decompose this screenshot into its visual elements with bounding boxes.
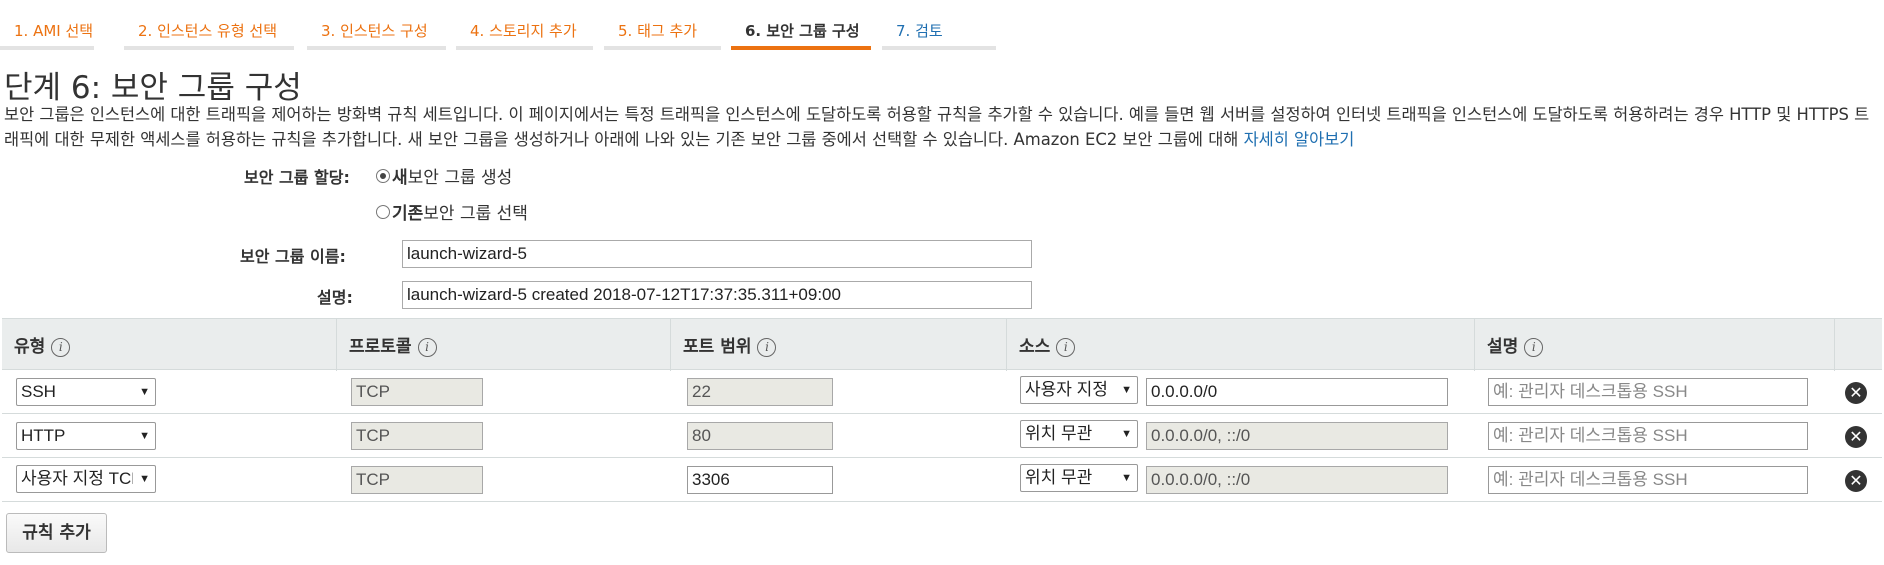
radio-existing-label: 보안 그룹 선택 (423, 204, 528, 224)
remove-rule-icon[interactable]: ✕ (1845, 382, 1867, 404)
header-protocol-label: 프로토콜 (349, 337, 412, 357)
type-select[interactable]: HTTP ▼ (16, 422, 156, 450)
dropdown-arrow-icon: ▼ (1121, 472, 1132, 484)
tab-review[interactable]: 7. 검토 (882, 0, 996, 50)
radio-new-bold: 새 (392, 168, 408, 188)
protocol-field: TCP (351, 466, 483, 494)
type-value: HTTP (21, 426, 66, 445)
source-type-select[interactable]: 위치 무관 ▼ (1020, 420, 1138, 448)
remove-rule-icon[interactable]: ✕ (1845, 470, 1867, 492)
tab-ami[interactable]: 1. AMI 선택 (0, 0, 94, 50)
type-value: SSH (21, 382, 56, 401)
tab-add-tags[interactable]: 5. 태그 추가 (604, 0, 721, 50)
type-value: 사용자 지정 TCP (21, 469, 133, 488)
tab-instance-type[interactable]: 2. 인스턴스 유형 선택 (124, 0, 294, 50)
info-icon[interactable]: i (757, 338, 777, 357)
assign-label: 보안 그룹 할당: (244, 168, 350, 187)
description-text: 보안 그룹은 인스턴스에 대한 트래픽을 제어하는 방화벽 규칙 세트입니다. … (4, 105, 1870, 149)
info-icon[interactable]: i (417, 338, 437, 357)
dropdown-arrow-icon: ▼ (139, 473, 150, 485)
radio-new-group[interactable]: 새 보안 그룹 생성 (376, 163, 512, 188)
tab-add-storage[interactable]: 4. 스토리지 추가 (456, 0, 593, 50)
table-row: SSH ▼ TCP 22 사용자 지정 ▼ 0.0.0.0/0 예: 관리자 데스크… (2, 370, 1882, 414)
header-protocol: 프로토콜 i (336, 319, 670, 371)
source-type-value: 위치 무관 (1025, 468, 1093, 487)
page-description: 보안 그룹은 인스턴스에 대한 트래픽을 제어하는 방화벽 규칙 세트입니다. … (4, 102, 1880, 152)
dropdown-arrow-icon: ▼ (139, 430, 150, 442)
rule-description-input[interactable]: 예: 관리자 데스크톱용 SSH (1488, 378, 1808, 406)
header-type: 유형 i (2, 319, 336, 371)
page-title: 단계 6: 보안 그룹 구성 (4, 70, 302, 106)
wizard-tabs: 1. AMI 선택 2. 인스턴스 유형 선택 3. 인스턴스 구성 4. 스토… (0, 0, 1884, 52)
radio-existing-bold: 기존 (392, 204, 424, 224)
add-rule-button[interactable]: 규칙 추가 (6, 513, 107, 553)
type-select[interactable]: 사용자 지정 TCP ▼ (16, 465, 156, 493)
tab-security-group[interactable]: 6. 보안 그룹 구성 (731, 0, 871, 50)
type-select[interactable]: SSH ▼ (16, 378, 156, 406)
header-port-label: 포트 범위 (683, 337, 752, 357)
header-source: 소스 i (1006, 319, 1474, 371)
port-range-field: 80 (687, 422, 833, 450)
header-type-label: 유형 (14, 337, 46, 357)
rule-description-input[interactable]: 예: 관리자 데스크톱용 SSH (1488, 466, 1808, 494)
dropdown-arrow-icon: ▼ (139, 386, 150, 398)
header-port-range: 포트 범위 i (670, 319, 1006, 371)
group-name-label: 보안 그룹 이름: (240, 247, 346, 266)
source-type-select[interactable]: 사용자 지정 ▼ (1020, 376, 1138, 404)
table-header: 유형 i 프로토콜 i 포트 범위 i 소스 i 설명 i (2, 318, 1882, 371)
header-actions (1834, 319, 1882, 371)
info-icon[interactable]: i (1056, 338, 1076, 357)
source-cidr-input[interactable]: 0.0.0.0/0 (1146, 378, 1448, 406)
info-icon[interactable]: i (1524, 338, 1544, 357)
protocol-field: TCP (351, 422, 483, 450)
radio-new-label: 보안 그룹 생성 (407, 168, 513, 188)
port-range-field: 22 (687, 378, 833, 406)
port-range-input[interactable]: 3306 (687, 466, 833, 494)
rule-description-input[interactable]: 예: 관리자 데스크톱용 SSH (1488, 422, 1808, 450)
radio-button-new[interactable] (376, 168, 390, 183)
header-description-label: 설명 (1487, 337, 1519, 357)
table-row: 사용자 지정 TCP ▼ TCP 3306 위치 무관 ▼ 0.0.0.0/0, :… (2, 458, 1882, 502)
dropdown-arrow-icon: ▼ (1121, 384, 1132, 396)
learn-more-link[interactable]: 자세히 알아보기 (1244, 130, 1355, 149)
source-type-select[interactable]: 위치 무관 ▼ (1020, 464, 1138, 492)
dropdown-arrow-icon: ▼ (1121, 428, 1132, 440)
group-description-input[interactable]: launch-wizard-5 created 2018-07-12T17:37… (402, 281, 1032, 309)
info-icon[interactable]: i (51, 338, 71, 357)
source-cidr-input: 0.0.0.0/0, ::/0 (1146, 422, 1448, 450)
source-type-value: 위치 무관 (1025, 424, 1093, 443)
source-cidr-input: 0.0.0.0/0, ::/0 (1146, 466, 1448, 494)
radio-button-existing[interactable] (376, 204, 390, 219)
remove-rule-icon[interactable]: ✕ (1845, 426, 1867, 448)
tab-configure-instance[interactable]: 3. 인스턴스 구성 (307, 0, 446, 50)
group-description-label: 설명: (317, 288, 353, 307)
header-description: 설명 i (1474, 319, 1834, 371)
group-name-input[interactable]: launch-wizard-5 (402, 240, 1032, 268)
protocol-field: TCP (351, 378, 483, 406)
source-type-value: 사용자 지정 (1025, 380, 1108, 399)
header-source-label: 소스 (1019, 337, 1051, 357)
table-row: HTTP ▼ TCP 80 위치 무관 ▼ 0.0.0.0/0, ::/0 예: 관… (2, 414, 1882, 458)
radio-existing-group[interactable]: 기존 보안 그룹 선택 (376, 199, 528, 224)
